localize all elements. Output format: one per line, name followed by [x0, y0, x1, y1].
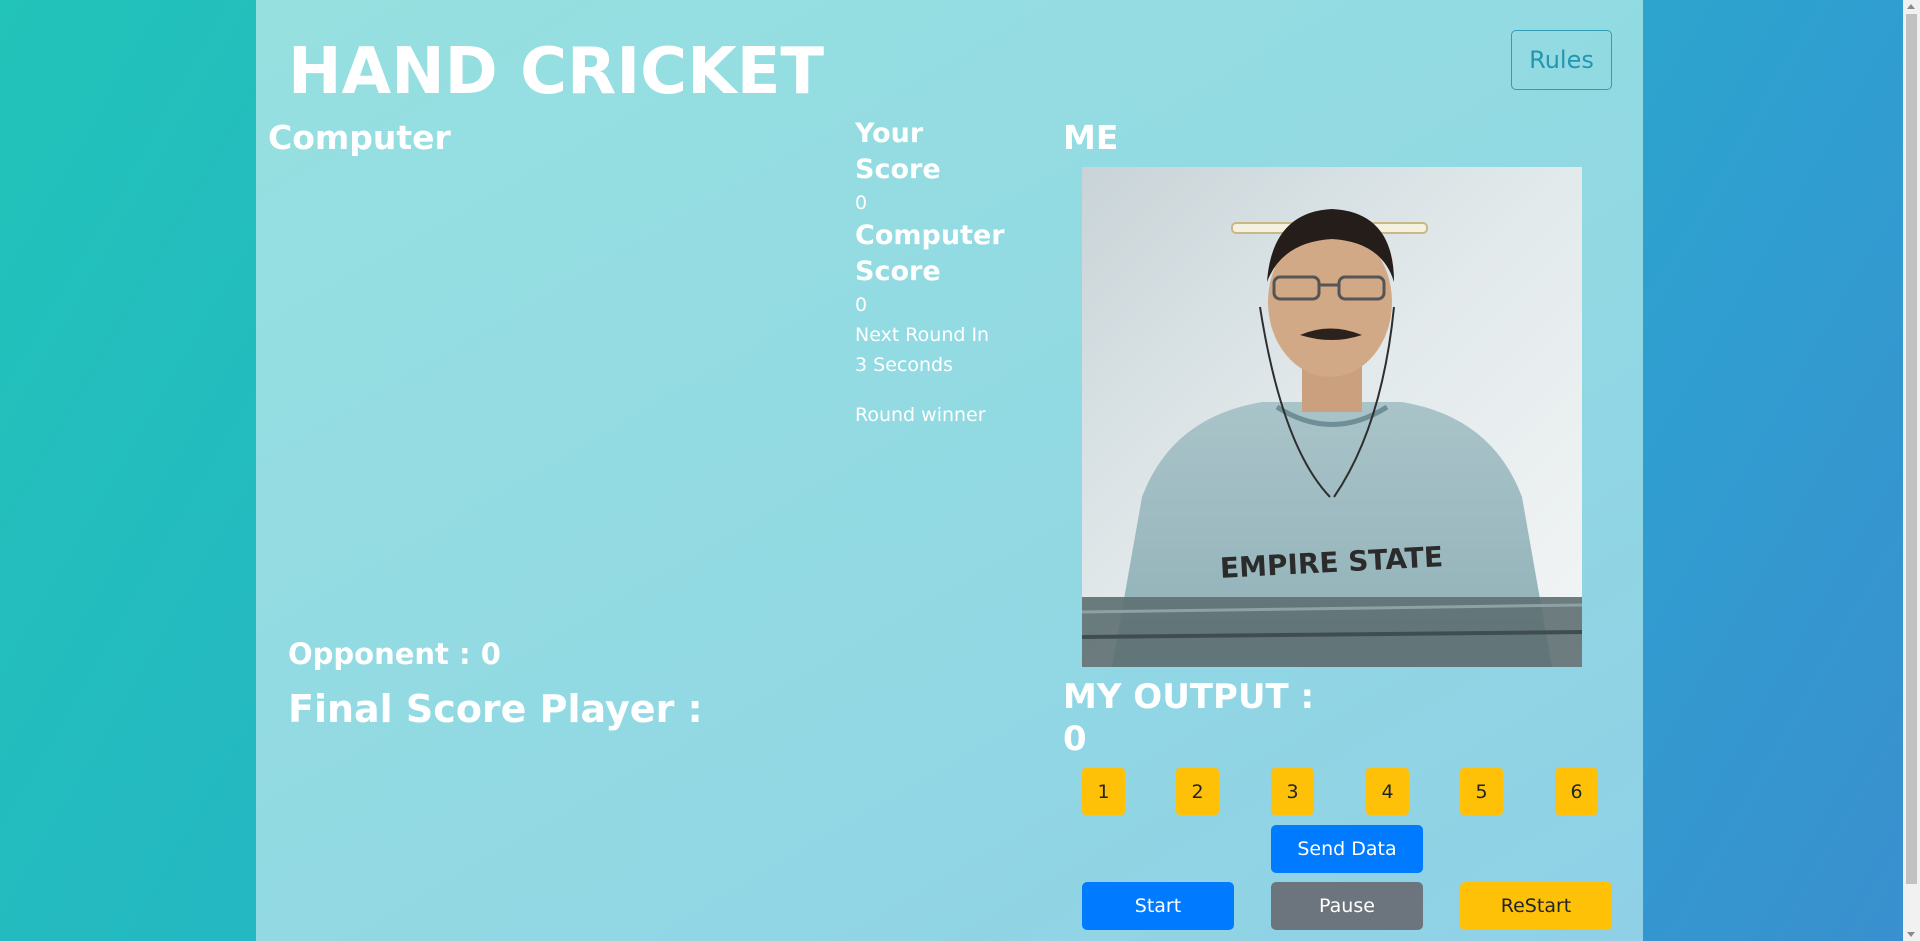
- next-round-text: Next Round In 3 Seconds: [855, 324, 990, 376]
- computer-score-label: Computer Score: [855, 220, 1005, 287]
- scoreboard: Your Score 0 Computer Score 0 Next Round…: [855, 116, 1005, 430]
- page-title: HAND CRICKET: [288, 35, 825, 109]
- opponent-score: Opponent : 0: [288, 637, 501, 671]
- number-button-3[interactable]: 3: [1271, 768, 1314, 815]
- vertical-scrollbar[interactable]: [1903, 0, 1920, 941]
- your-score-value: 0: [855, 192, 868, 214]
- game-panel: HAND CRICKET Rules Computer Your Score 0…: [256, 0, 1643, 941]
- my-output-value: 0: [1063, 719, 1087, 759]
- scrollbar-thumb[interactable]: [1906, 14, 1917, 884]
- number-button-1[interactable]: 1: [1082, 768, 1125, 815]
- start-button[interactable]: Start: [1082, 882, 1234, 930]
- pause-button[interactable]: Pause: [1271, 882, 1423, 930]
- webcam-feed: EMPIRE STATE: [1082, 167, 1582, 667]
- rules-button[interactable]: Rules: [1511, 30, 1612, 90]
- computer-score-value: 0: [855, 294, 868, 316]
- me-heading: ME: [1063, 118, 1119, 157]
- webcam-image: EMPIRE STATE: [1082, 167, 1582, 667]
- number-button-5[interactable]: 5: [1460, 768, 1503, 815]
- number-button-4[interactable]: 4: [1366, 768, 1409, 815]
- your-score-label: Your Score: [855, 118, 941, 185]
- computer-heading: Computer: [268, 118, 451, 157]
- scroll-up-icon[interactable]: [1907, 4, 1915, 9]
- send-data-button[interactable]: Send Data: [1271, 825, 1423, 873]
- my-output-label: MY OUTPUT :: [1063, 677, 1315, 717]
- scroll-down-icon[interactable]: [1907, 932, 1915, 937]
- round-winner-text: Round winner: [855, 404, 986, 426]
- number-button-2[interactable]: 2: [1176, 768, 1219, 815]
- number-button-6[interactable]: 6: [1555, 768, 1598, 815]
- restart-button[interactable]: ReStart: [1460, 882, 1612, 930]
- final-score-player: Final Score Player :: [288, 687, 703, 731]
